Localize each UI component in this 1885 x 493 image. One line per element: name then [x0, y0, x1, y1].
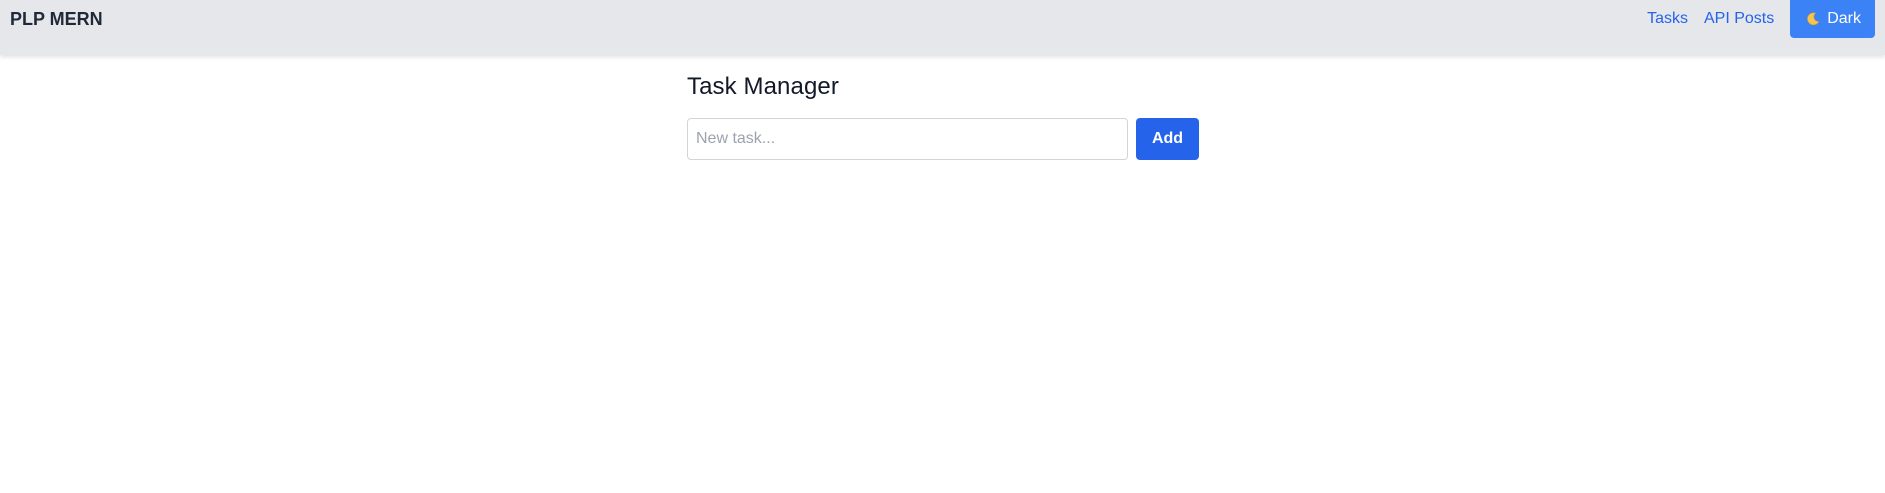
brand-link[interactable]: PLP MERN	[10, 8, 103, 30]
page-title: Task Manager	[687, 73, 839, 100]
theme-toggle-button[interactable]: Dark	[1790, 0, 1875, 38]
new-task-form: Add	[687, 118, 1199, 160]
add-task-button[interactable]: Add	[1136, 118, 1199, 160]
nav-link-api-posts[interactable]: API Posts	[1704, 9, 1774, 29]
theme-toggle-label: Dark	[1827, 10, 1861, 27]
top-navbar: PLP MERN Tasks API Posts Dark	[0, 0, 1885, 55]
nav-links: Tasks API Posts Dark	[1647, 0, 1875, 38]
moon-icon	[1806, 12, 1820, 26]
nav-link-tasks[interactable]: Tasks	[1647, 9, 1688, 29]
new-task-input[interactable]	[687, 118, 1128, 160]
task-manager-section: Task Manager Add	[687, 72, 1199, 160]
